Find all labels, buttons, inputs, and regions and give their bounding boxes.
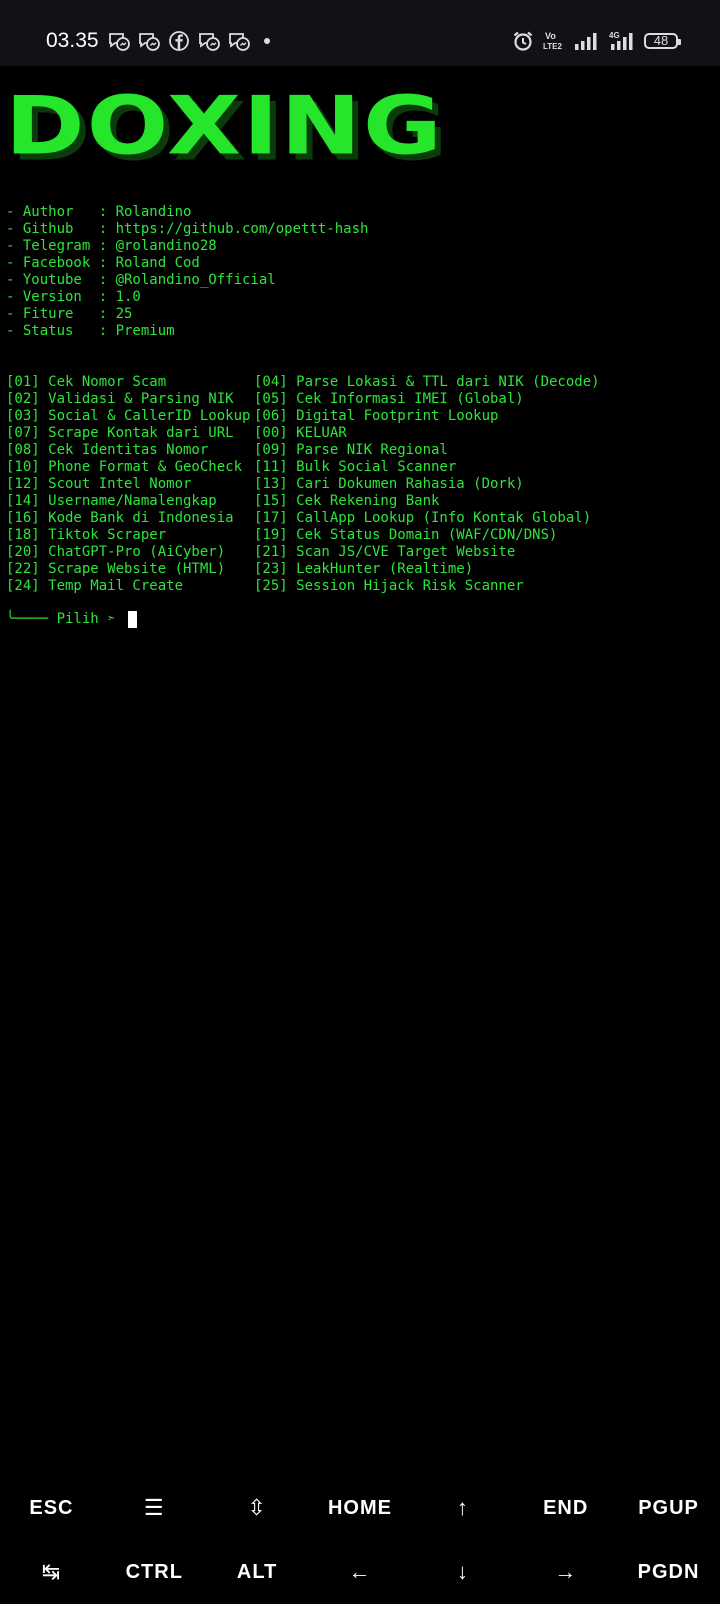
esc-key[interactable]: ESC xyxy=(0,1476,103,1540)
svg-text:LTE2: LTE2 xyxy=(543,42,563,51)
pgdn-key[interactable]: PGDN xyxy=(617,1540,720,1604)
menu-item[interactable]: [24] Temp Mail Create xyxy=(6,578,250,595)
messenger-icon xyxy=(229,33,250,51)
menu-item[interactable]: [13] Cari Dokumen Rahasia (Dork) xyxy=(254,476,600,493)
tool-info: - Author : Rolandino - Github : https://… xyxy=(6,204,368,340)
menu-item[interactable]: [20] ChatGPT-Pro (AiCyber) xyxy=(6,544,250,561)
menu-item[interactable]: [15] Cek Rekening Bank xyxy=(254,493,600,510)
status-time: 03.35 xyxy=(46,29,99,52)
menu-item[interactable]: [02] Validasi & Parsing NIK xyxy=(6,391,250,408)
svg-text:Vo: Vo xyxy=(545,31,556,41)
home-key[interactable]: HOME xyxy=(309,1476,412,1540)
extra-keys-bar: ESC ☰ ⇳ HOME ↑ END PGUP ↹ CTRL ALT ← ↓ →… xyxy=(0,1476,720,1604)
info-telegram: - Telegram : @rolandino28 xyxy=(6,238,217,254)
extra-keys-row-1: ESC ☰ ⇳ HOME ↑ END PGUP xyxy=(0,1476,720,1540)
status-right: Vo LTE2 4G 48 xyxy=(512,30,681,52)
menu-item[interactable]: [17] CallApp Lookup (Info Kontak Global) xyxy=(254,510,600,527)
scroll-toggle-key[interactable]: ⇳ xyxy=(206,1476,309,1540)
terminal-view[interactable]: DOXING DOXING - Author : Rolandino - Git… xyxy=(0,66,720,1470)
ascii-banner: DOXING DOXING xyxy=(5,78,448,184)
menu-item[interactable]: [03] Social & CallerID Lookup xyxy=(6,408,250,425)
messenger-icon xyxy=(109,33,130,51)
arrow-left-key[interactable]: ← xyxy=(309,1540,412,1604)
notification-icons xyxy=(108,30,270,52)
status-bar: 03.35 Vo LTE2 4G 48 xyxy=(0,0,720,66)
battery-icon: 48 xyxy=(644,33,681,49)
ctrl-key[interactable]: CTRL xyxy=(103,1540,206,1604)
alt-key[interactable]: ALT xyxy=(206,1540,309,1604)
info-author: - Author : Rolandino xyxy=(6,204,192,220)
menu-item[interactable]: [06] Digital Footprint Lookup xyxy=(254,408,600,425)
messenger-icon xyxy=(139,33,160,51)
alarm-icon xyxy=(513,31,533,51)
4g-signal-icon: 4G xyxy=(609,31,633,50)
info-facebook: - Facebook : Roland Cod xyxy=(6,255,200,271)
menu-item[interactable]: [10] Phone Format & GeoCheck xyxy=(6,459,250,476)
info-version: - Version : 1.0 xyxy=(6,289,141,305)
menu-item[interactable]: [23] LeakHunter (Realtime) xyxy=(254,561,600,578)
menu-item[interactable]: [14] Username/Namalengkap xyxy=(6,493,250,510)
menu-item[interactable]: [01] Cek Nomor Scam xyxy=(6,374,250,391)
info-fiture: - Fiture : 25 xyxy=(6,306,133,322)
facebook-icon xyxy=(169,31,189,51)
arrow-up-key[interactable]: ↑ xyxy=(411,1476,514,1540)
tab-key[interactable]: ↹ xyxy=(0,1540,103,1604)
volte-icon: Vo LTE2 xyxy=(543,31,563,51)
text-cursor xyxy=(128,611,138,628)
menu-item[interactable]: [12] Scout Intel Nomor xyxy=(6,476,250,493)
signal-icon xyxy=(575,33,597,50)
command-prompt: ╰──── Pilih ➣ xyxy=(6,611,138,628)
info-youtube: - Youtube : @Rolandino_Official xyxy=(6,272,276,288)
end-key[interactable]: END xyxy=(514,1476,617,1540)
menu-key[interactable]: ☰ xyxy=(103,1476,206,1540)
messenger-icon xyxy=(199,33,220,51)
banner-title: DOXING xyxy=(5,78,444,174)
svg-text:4G: 4G xyxy=(609,31,620,40)
menu-item[interactable]: [18] Tiktok Scraper xyxy=(6,527,250,544)
menu-item[interactable]: [21] Scan JS/CVE Target Website xyxy=(254,544,600,561)
more-notifications-dot xyxy=(264,38,270,44)
info-github: - Github : https://github.com/opettt-has… xyxy=(6,221,369,237)
menu-item[interactable]: [08] Cek Identitas Nomor xyxy=(6,442,250,459)
menu-item[interactable]: [19] Cek Status Domain (WAF/CDN/DNS) xyxy=(254,527,600,544)
menu-item[interactable]: [04] Parse Lokasi & TTL dari NIK (Decode… xyxy=(254,374,600,391)
menu-right-column: [04] Parse Lokasi & TTL dari NIK (Decode… xyxy=(254,374,600,595)
extra-keys-row-2: ↹ CTRL ALT ← ↓ → PGDN xyxy=(0,1540,720,1604)
pgup-key[interactable]: PGUP xyxy=(617,1476,720,1540)
menu-item[interactable]: [22] Scrape Website (HTML) xyxy=(6,561,250,578)
menu-item[interactable]: [25] Session Hijack Risk Scanner xyxy=(254,578,600,595)
menu-item[interactable]: [05] Cek Informasi IMEI (Global) xyxy=(254,391,600,408)
menu-item[interactable]: [11] Bulk Social Scanner xyxy=(254,459,600,476)
info-status: - Status : Premium xyxy=(6,323,175,339)
arrow-down-key[interactable]: ↓ xyxy=(411,1540,514,1604)
prompt-label: ╰──── Pilih ➣ xyxy=(6,611,125,627)
menu-item-exit[interactable]: [00] KELUAR xyxy=(254,425,600,442)
battery-level: 48 xyxy=(653,33,669,48)
menu-item[interactable]: [07] Scrape Kontak dari URL xyxy=(6,425,250,442)
menu-item[interactable]: [09] Parse NIK Regional xyxy=(254,442,600,459)
menu-left-column: [01] Cek Nomor Scam [02] Validasi & Pars… xyxy=(6,374,250,595)
arrow-right-key[interactable]: → xyxy=(514,1540,617,1604)
menu-item[interactable]: [16] Kode Bank di Indonesia xyxy=(6,510,250,527)
